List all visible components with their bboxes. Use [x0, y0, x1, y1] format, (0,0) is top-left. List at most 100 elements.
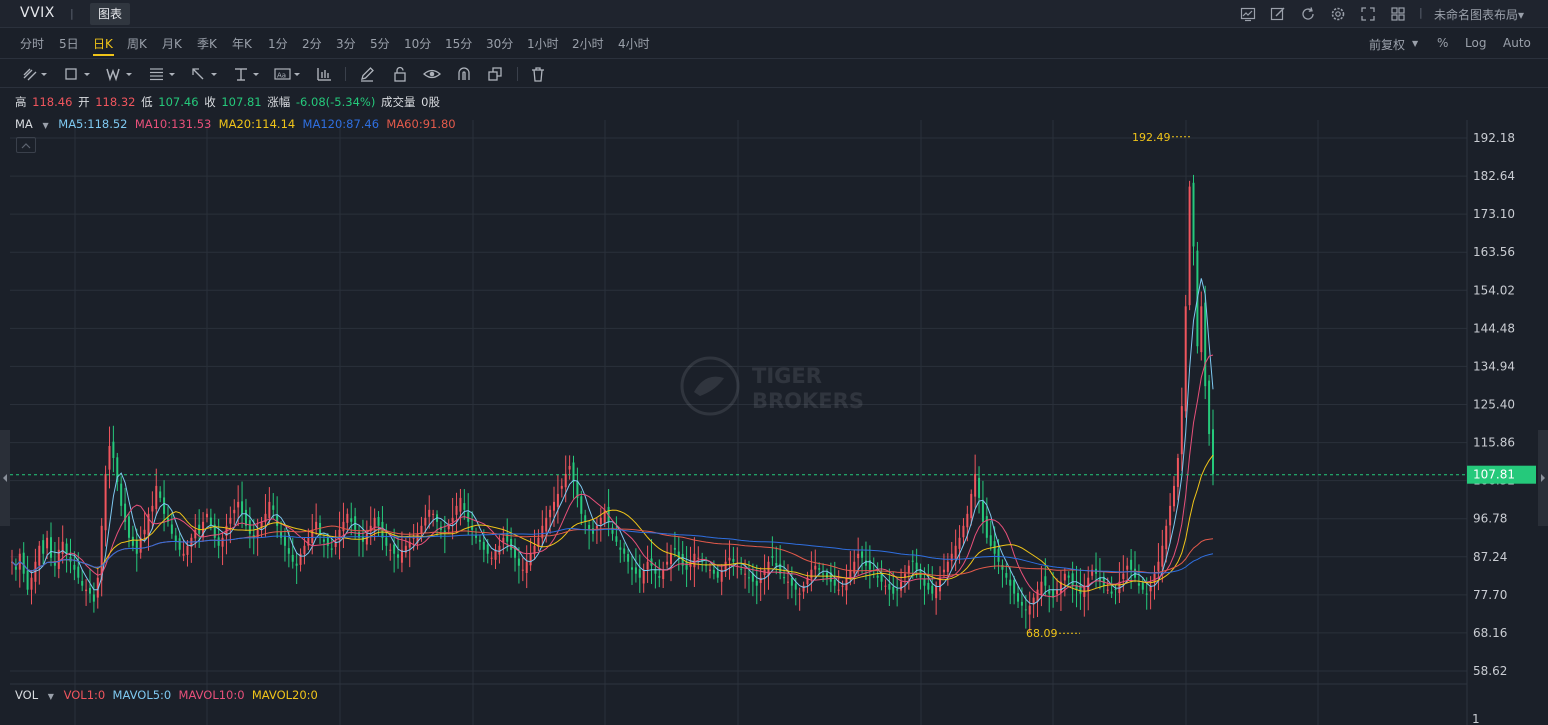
settings-gear-icon[interactable]: [1328, 4, 1348, 24]
clone-icon[interactable]: [487, 64, 503, 84]
candle: [358, 525, 361, 557]
candle: [264, 494, 267, 537]
ma-label[interactable]: MA: [15, 117, 33, 131]
y-tick-label: 58.62: [1473, 664, 1507, 678]
candle: [1036, 581, 1039, 618]
candle: [342, 502, 345, 549]
volume-value: 0股: [421, 95, 440, 109]
period-10m[interactable]: 10分: [404, 35, 431, 52]
edit-icon[interactable]: [1268, 4, 1288, 24]
period-1m[interactable]: 1分: [268, 35, 288, 52]
magnet-icon[interactable]: [456, 64, 472, 84]
auto-toggle[interactable]: Auto: [1503, 36, 1531, 50]
chevron-down-icon[interactable]: ▼: [48, 692, 54, 701]
period-5m[interactable]: 5分: [370, 35, 390, 52]
candle: [92, 582, 95, 613]
y-tick-label: 77.70: [1473, 588, 1507, 602]
candle: [588, 520, 591, 550]
watermark-line1: TIGER: [752, 364, 822, 388]
period-2h[interactable]: 2小时: [572, 35, 604, 52]
candlestick-chart[interactable]: TIGER BROKERS 192.18182.64173.10163.5615…: [0, 114, 1548, 725]
mavol5-value: MAVOL5:0: [112, 688, 172, 702]
candle: [100, 518, 103, 597]
period-5d[interactable]: 5日: [59, 35, 79, 52]
candle: [962, 518, 965, 546]
eye-icon[interactable]: [423, 64, 441, 84]
period-daily[interactable]: 日K: [93, 35, 113, 52]
candle: [170, 512, 173, 539]
period-monthly[interactable]: 月K: [162, 35, 182, 52]
symbol-label[interactable]: VVIX: [20, 5, 55, 21]
chevron-down-icon[interactable]: ▼: [1412, 39, 1418, 48]
candle: [1063, 567, 1066, 597]
candle: [432, 509, 435, 527]
collapse-indicator-button[interactable]: [16, 137, 36, 153]
period-yearly[interactable]: 年K: [232, 35, 252, 52]
period-2m[interactable]: 2分: [302, 35, 322, 52]
pencil-icon[interactable]: [359, 64, 375, 84]
period-4h[interactable]: 4小时: [618, 35, 650, 52]
candle: [463, 489, 466, 520]
watermark-line2: BROKERS: [752, 389, 864, 413]
candle: [677, 536, 680, 571]
fibonacci-tool-icon[interactable]: [148, 64, 176, 84]
candle: [974, 454, 977, 508]
period-30m[interactable]: 30分: [486, 35, 513, 52]
period-quarterly[interactable]: 季K: [197, 35, 217, 52]
layout-selector[interactable]: 未命名图表布局▾: [1434, 6, 1524, 23]
right-panel-toggle[interactable]: [1538, 430, 1548, 526]
percent-toggle[interactable]: %: [1437, 36, 1448, 50]
candle: [30, 569, 33, 605]
trendline-tool-icon[interactable]: [22, 64, 48, 84]
indicator-icon[interactable]: [1238, 4, 1258, 24]
label-tool-icon[interactable]: Aa: [273, 64, 301, 84]
candle: [592, 520, 595, 542]
period-3m[interactable]: 3分: [336, 35, 356, 52]
price-range-tool-icon[interactable]: [316, 64, 332, 84]
text-tool-icon[interactable]: [232, 64, 260, 84]
candle: [69, 538, 72, 574]
moving-average-lines: [11, 278, 1214, 605]
candle: [22, 542, 25, 583]
tab-chart[interactable]: 图表: [90, 3, 131, 25]
fullscreen-icon[interactable]: [1358, 4, 1378, 24]
high-marker-label: 192.49: [1132, 131, 1171, 144]
candle: [525, 545, 528, 589]
candle: [775, 546, 778, 575]
candle: [786, 564, 789, 600]
chevron-down-icon[interactable]: ▼: [42, 121, 48, 130]
change-label: 涨幅: [267, 95, 291, 109]
candle: [53, 541, 56, 577]
candle: [829, 562, 832, 593]
chart-grid: [10, 120, 1467, 725]
vol-label[interactable]: VOL: [15, 688, 38, 702]
adjust-dropdown[interactable]: 前复权: [1369, 36, 1405, 53]
candle: [124, 487, 127, 531]
candle: [627, 548, 630, 574]
period-15m[interactable]: 15分: [445, 35, 472, 52]
candle: [1079, 568, 1082, 610]
candle: [1200, 291, 1203, 361]
candle: [669, 544, 672, 582]
candle: [424, 504, 427, 533]
candle: [248, 507, 251, 549]
wave-tool-icon[interactable]: [105, 64, 133, 84]
period-1h[interactable]: 1小时: [527, 35, 559, 52]
trash-icon[interactable]: [530, 64, 546, 84]
rectangle-tool-icon[interactable]: [63, 64, 91, 84]
lock-icon[interactable]: [392, 64, 408, 84]
arrow-tool-icon[interactable]: [190, 64, 218, 84]
left-panel-toggle[interactable]: [0, 430, 10, 526]
candle: [163, 480, 166, 532]
log-toggle[interactable]: Log: [1465, 36, 1486, 50]
candle: [529, 538, 532, 571]
candle: [884, 579, 887, 595]
period-intraday[interactable]: 分时: [20, 35, 44, 52]
candle: [958, 525, 961, 564]
candle: [112, 425, 115, 473]
candle: [1208, 374, 1211, 446]
candle: [490, 551, 493, 566]
period-weekly[interactable]: 周K: [127, 35, 147, 52]
layout-grid-icon[interactable]: [1388, 4, 1408, 24]
refresh-icon[interactable]: [1298, 4, 1318, 24]
